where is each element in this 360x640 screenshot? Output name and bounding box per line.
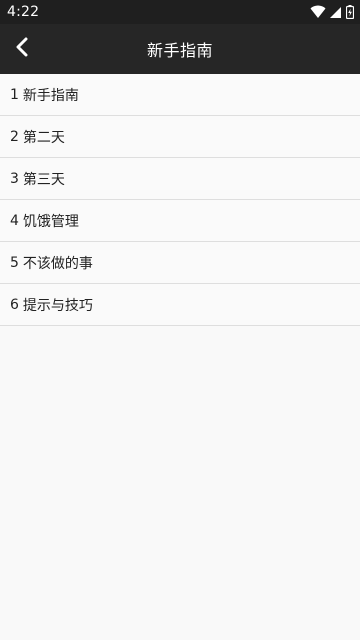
status-icons [310,5,354,19]
back-button[interactable] [0,24,44,74]
list-item-number: 3 [10,170,19,187]
list-item-guide-4[interactable]: 4 饥饿管理 [0,200,360,242]
status-bar: 4:22 [0,0,360,24]
chevron-left-icon [15,37,29,61]
list-item-guide-2[interactable]: 2 第二天 [0,116,360,158]
guide-list: 1 新手指南 2 第二天 3 第三天 4 饥饿管理 5 不该做的事 6 提示与技… [0,74,360,326]
list-item-guide-5[interactable]: 5 不该做的事 [0,242,360,284]
list-item-number: 1 [10,86,19,103]
list-item-number: 5 [10,254,19,271]
status-time: 4:22 [7,4,40,20]
list-item-guide-3[interactable]: 3 第三天 [0,158,360,200]
list-item-label: 饥饿管理 [22,213,79,230]
list-item-guide-6[interactable]: 6 提示与技巧 [0,284,360,326]
list-item-label: 提示与技巧 [22,297,93,314]
app-bar: 新手指南 [0,24,360,74]
list-item-number: 4 [10,212,19,229]
battery-icon [346,5,354,19]
page-title: 新手指南 [146,41,213,60]
list-item-label: 新手指南 [22,87,79,104]
list-item-guide-1[interactable]: 1 新手指南 [0,74,360,116]
list-item-label: 不该做的事 [22,255,93,272]
guide-screen: 4:22 新手指南 1 新手指南 2 第二天 3 第三天 4 饥饿管理 5 不该… [0,0,360,640]
list-item-number: 2 [10,128,19,145]
signal-icon [330,6,342,19]
list-item-number: 6 [10,296,19,313]
wifi-icon [310,5,326,19]
list-item-label: 第二天 [22,129,65,146]
list-item-label: 第三天 [22,171,65,188]
